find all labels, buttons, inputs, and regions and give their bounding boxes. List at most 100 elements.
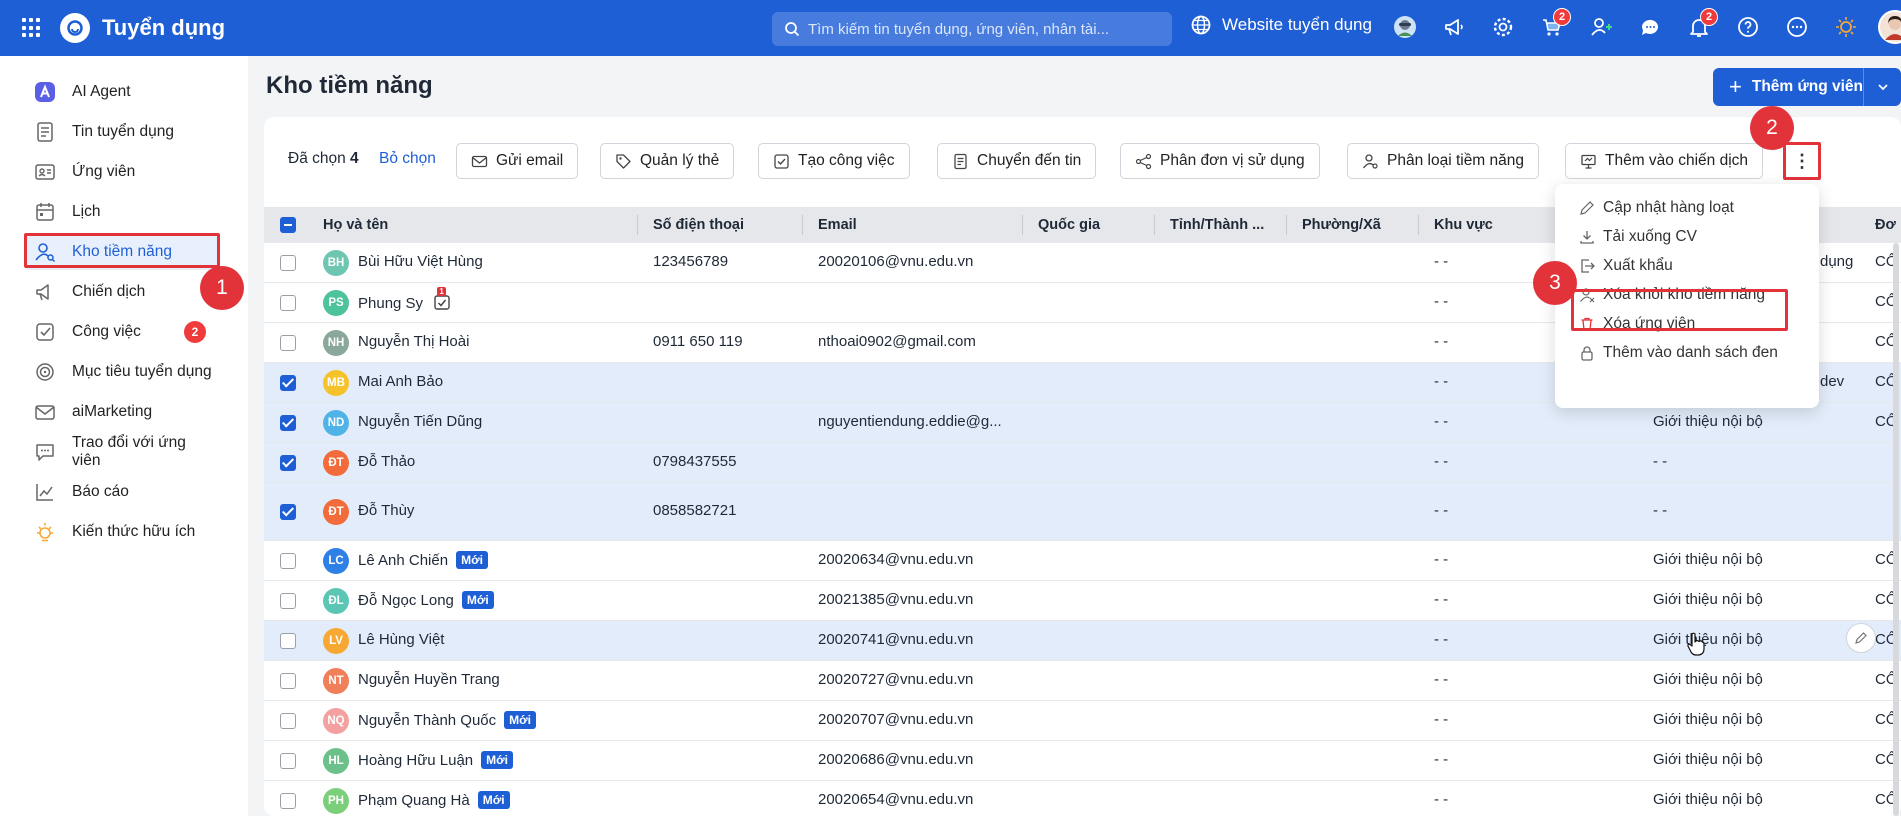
sidebar-item-knowledge[interactable]: Kiến thức hữu ích — [24, 514, 218, 550]
task-checklist-icon[interactable]: 1 — [433, 287, 451, 315]
pencil-icon — [1855, 632, 1867, 644]
column-header-phone[interactable]: Số điện thoại — [653, 207, 744, 243]
row-checkbox[interactable] — [280, 255, 296, 271]
table-row[interactable]: ĐT Đỗ Thùy 0858582721 - - - - — [264, 483, 1901, 541]
row-checkbox[interactable] — [280, 793, 296, 809]
deselect-link[interactable]: Bỏ chọn — [379, 150, 436, 168]
candidate-name[interactable]: Bùi Hữu Việt Hùng — [358, 253, 483, 270]
menu-item-label: Thêm vào danh sách đen — [1603, 344, 1778, 361]
menu-item-download-cv[interactable]: Tải xuống CV — [1579, 223, 1697, 251]
sidebar-item-tasks[interactable]: Công việc 2 — [24, 314, 218, 350]
candidate-name-text: Phung Sy — [358, 295, 424, 312]
bell-icon[interactable]: 2 — [1682, 8, 1718, 44]
row-checkbox[interactable] — [280, 633, 296, 649]
candidate-name[interactable]: Đỗ Ngọc Long Mới — [358, 591, 494, 609]
row-checkbox[interactable] — [280, 673, 296, 689]
row-checkbox[interactable] — [280, 713, 296, 729]
candidate-name[interactable]: Mai Anh Bảo — [358, 373, 443, 390]
candidate-name[interactable]: Phạm Quang Hà Mới — [358, 791, 510, 809]
menu-item-export[interactable]: Xuất khẩu — [1579, 252, 1673, 280]
table-row[interactable]: HL Hoàng Hữu Luận Mới 20020686@vnu.edu.vn - … — [264, 741, 1901, 781]
create-task-button[interactable]: Tạo công việc — [758, 143, 910, 179]
row-checkbox[interactable] — [280, 415, 296, 431]
table-row[interactable]: ĐL Đỗ Ngọc Long Mới 20021385@vnu.edu.vn - - G… — [264, 581, 1901, 621]
sidebar-item-reports[interactable]: Báo cáo — [24, 474, 218, 510]
candidate-name[interactable]: Lê Hùng Việt — [358, 631, 444, 648]
sidebar-item-goals[interactable]: Mục tiêu tuyển dụng — [24, 354, 218, 390]
sidebar-item-label: AI Agent — [72, 83, 131, 100]
candidate-name[interactable]: Nguyễn Tiến Dũng — [358, 413, 482, 430]
row-checkbox[interactable] — [280, 593, 296, 609]
sun-lightbulb-icon[interactable] — [1829, 10, 1863, 44]
column-header-region[interactable]: Khu vực — [1434, 207, 1493, 243]
row-checkbox[interactable] — [280, 553, 296, 569]
table-row[interactable]: ĐT Đỗ Thảo 0798437555 - - - - — [264, 443, 1901, 483]
move-to-job-button[interactable]: Chuyển đến tin — [937, 143, 1097, 179]
row-checkbox[interactable] — [280, 504, 296, 520]
table-row[interactable]: PH Phạm Quang Hà Mới 20020654@vnu.edu.vn - -… — [264, 781, 1901, 816]
classify-potential-button[interactable]: Phân loại tiềm năng — [1347, 143, 1540, 179]
add-user-icon[interactable] — [1584, 10, 1618, 44]
sidebar-item-messages[interactable]: Trao đổi với ứng viên — [24, 434, 218, 470]
candidate-name[interactable]: Nguyễn Huyền Trang — [358, 671, 500, 688]
document-icon — [37, 122, 53, 142]
megaphone-icon[interactable] — [1437, 10, 1471, 44]
candidate-name[interactable]: Đỗ Thảo — [358, 453, 415, 470]
edit-row-button[interactable] — [1846, 623, 1876, 653]
chat-icon[interactable] — [1633, 10, 1667, 44]
candidate-name[interactable]: Đỗ Thùy — [358, 502, 414, 519]
user-avatar[interactable] — [1878, 10, 1901, 44]
table-row[interactable]: NT Nguyễn Huyền Trang 20020727@vnu.edu.vn -… — [264, 661, 1901, 701]
sidebar-item-calendar[interactable]: Lịch — [24, 194, 218, 230]
table-row[interactable]: ND Nguyễn Tiến Dũng nguyentiendung.eddie@g… — [264, 403, 1901, 443]
row-checkbox[interactable] — [280, 753, 296, 769]
bot-avatar-icon[interactable] — [1388, 10, 1422, 44]
more-circle-icon[interactable] — [1780, 10, 1814, 44]
row-checkbox[interactable] — [280, 375, 296, 391]
sidebar-item-jobs[interactable]: Tin tuyển dụng — [24, 114, 218, 150]
column-header-country[interactable]: Quốc gia — [1038, 207, 1100, 243]
column-header-email[interactable]: Email — [818, 207, 857, 243]
add-candidate-button[interactable]: + Thêm ứng viên — [1713, 68, 1901, 106]
candidate-name-text: Phạm Quang Hà — [358, 792, 470, 809]
menu-item-blacklist[interactable]: Thêm vào danh sách đen — [1579, 339, 1778, 367]
column-header-unit[interactable]: Đơ — [1875, 207, 1896, 243]
candidate-name[interactable]: Lê Anh Chiến Mới — [358, 551, 488, 569]
menu-item-bulk-update[interactable]: Cập nhật hàng loạt — [1579, 194, 1734, 222]
sidebar-item-candidates[interactable]: Ứng viên — [24, 154, 218, 190]
sidebar-item-campaigns[interactable]: Chiến dịch — [24, 274, 218, 310]
candidate-avatar: LV — [323, 628, 349, 654]
table-row[interactable]: NQ Nguyễn Thành Quốc Mới 20020707@vnu.edu.v… — [264, 701, 1901, 741]
select-all-checkbox[interactable] — [280, 217, 296, 233]
table-row[interactable]: LV Lê Hùng Việt 20020741@vnu.edu.vn - - Giới… — [264, 621, 1901, 661]
row-checkbox[interactable] — [280, 455, 296, 471]
column-divider — [637, 215, 638, 235]
manage-tags-button[interactable]: Quản lý thẻ — [600, 143, 735, 179]
website-link[interactable]: Website tuyển dụng — [1190, 14, 1372, 36]
column-header-name[interactable]: Họ và tên — [323, 207, 388, 243]
candidate-name[interactable]: Hoàng Hữu Luận Mới — [358, 751, 513, 769]
row-checkbox[interactable] — [280, 295, 296, 311]
candidate-name[interactable]: Nguyễn Thị Hoài — [358, 333, 469, 350]
column-header-ward[interactable]: Phường/Xã — [1302, 207, 1381, 243]
table-row[interactable]: LC Lê Anh Chiến Mới 20020634@vnu.edu.vn - - G… — [264, 541, 1901, 581]
add-to-campaign-button[interactable]: Thêm vào chiến dịch — [1565, 143, 1764, 179]
send-email-button[interactable]: Gửi email — [456, 143, 579, 179]
add-candidate-dropdown[interactable] — [1863, 68, 1901, 106]
vertical-scrollbar[interactable] — [1893, 243, 1899, 816]
global-search[interactable] — [772, 12, 1172, 46]
highlight-box-talent-pool — [24, 233, 220, 268]
cart-icon[interactable]: 2 — [1535, 8, 1571, 44]
search-input[interactable] — [808, 20, 1168, 38]
column-header-province[interactable]: Tỉnh/Thành ... — [1170, 207, 1264, 243]
sidebar-item-aimarketing[interactable]: aiMarketing — [24, 394, 218, 430]
help-icon[interactable] — [1731, 10, 1765, 44]
candidate-avatar: ĐT — [323, 499, 349, 525]
candidate-name[interactable]: Nguyễn Thành Quốc Mới — [358, 711, 537, 729]
candidate-name[interactable]: Phung Sy 1 — [358, 287, 451, 315]
sidebar-item-ai-agent[interactable]: AI Agent — [24, 74, 218, 110]
row-checkbox[interactable] — [280, 335, 296, 351]
assign-unit-button[interactable]: Phân đơn vị sử dụng — [1120, 143, 1320, 179]
app-grid-icon[interactable] — [22, 18, 42, 38]
gear-icon[interactable] — [1486, 10, 1520, 44]
